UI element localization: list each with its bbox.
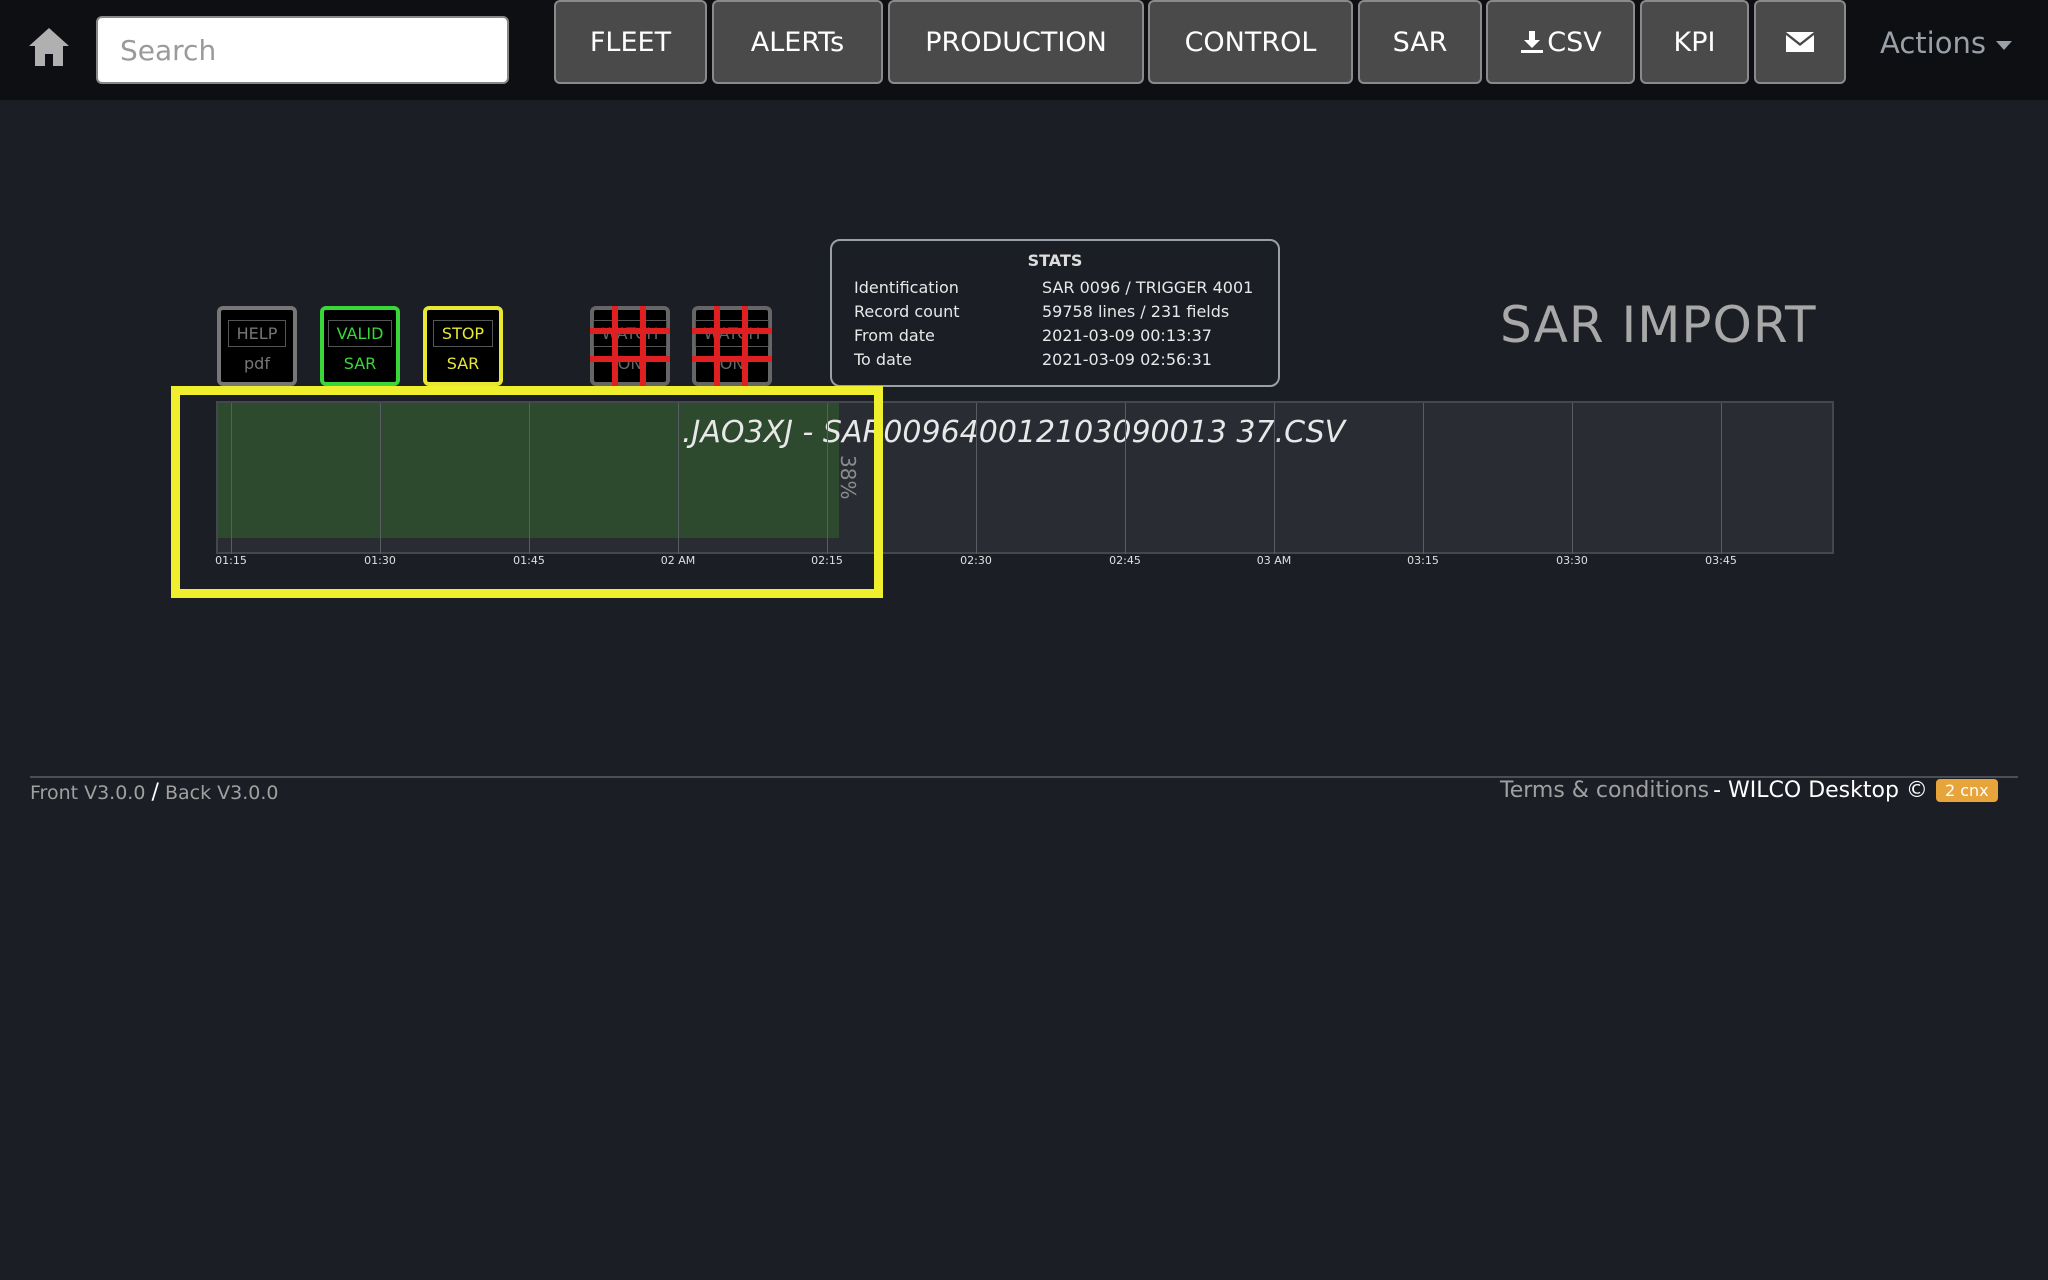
alerts-button[interactable]: ALERTs <box>712 0 883 84</box>
timeline-tick-label: 03:45 <box>1705 554 1737 567</box>
home-icon[interactable] <box>26 24 72 70</box>
stats-value: SAR 0096 / TRIGGER 4001 <box>1042 277 1254 297</box>
stop-sar-button[interactable]: STOP SAR <box>423 306 503 386</box>
control-button[interactable]: CONTROL <box>1148 0 1353 84</box>
stats-table: Identification SAR 0096 / TRIGGER 4001 R… <box>854 275 1253 371</box>
watch-on-label: ON <box>617 353 643 373</box>
timeline-tick-label: 02:45 <box>1109 554 1141 567</box>
front-version: Front V3.0.0 <box>30 782 146 804</box>
download-icon <box>1521 31 1544 53</box>
version-info: Front V3.0.0 / Back V3.0.0 <box>30 780 278 805</box>
stats-label: Record count <box>854 301 960 321</box>
stats-value: 2021-03-09 02:56:31 <box>1042 349 1212 369</box>
kpi-button[interactable]: KPI <box>1640 0 1749 84</box>
watch-label: WATCH <box>592 319 668 347</box>
valid-sar-label: SAR <box>343 353 377 373</box>
timeline-gridline <box>1423 403 1424 554</box>
version-separator: / <box>151 780 159 805</box>
help-label: HELP <box>227 319 287 347</box>
fleet-button[interactable]: FLEET <box>554 0 707 84</box>
timeline-gridline <box>1125 403 1126 554</box>
stats-row: Record count 59758 lines / 231 fields <box>854 299 1253 323</box>
stats-row: From date 2021-03-09 00:13:37 <box>854 323 1253 347</box>
csv-label: CSV <box>1547 26 1602 58</box>
stats-panel: STATS Identification SAR 0096 / TRIGGER … <box>830 239 1280 387</box>
back-version: Back V3.0.0 <box>164 782 279 804</box>
stats-value: 2021-03-09 00:13:37 <box>1042 325 1212 345</box>
stats-label: From date <box>854 325 935 345</box>
page-title: SAR IMPORT <box>1500 296 1817 354</box>
help-pdf-button[interactable]: HELP pdf <box>217 306 297 386</box>
mail-button[interactable] <box>1754 0 1846 84</box>
watch-button-disabled-2[interactable]: WATCH ON <box>692 306 772 386</box>
stats-value: 59758 lines / 231 fields <box>1042 301 1230 321</box>
timeline-tick-label: 03:30 <box>1556 554 1588 567</box>
footer-right: Terms & conditions - WILCO Desktop © 2 c… <box>1500 778 1998 803</box>
csv-download-button[interactable]: CSV <box>1486 0 1635 84</box>
timeline-gridline <box>1572 403 1573 554</box>
connections-badge: 2 cnx <box>1935 779 1998 802</box>
timeline-gridline <box>1721 403 1722 554</box>
timeline-tick-label: 03 AM <box>1256 554 1292 567</box>
search-input[interactable] <box>96 16 509 84</box>
timeline-gridline <box>976 403 977 554</box>
actions-label: Actions <box>1880 26 1986 60</box>
terms-link[interactable]: Terms & conditions <box>1500 778 1709 803</box>
stop-label: STOP <box>432 319 494 347</box>
sar-button[interactable]: SAR <box>1358 0 1482 84</box>
pdf-label: pdf <box>244 353 270 373</box>
timeline-gridline <box>1274 403 1275 554</box>
caret-down-icon <box>1995 40 2012 50</box>
brand-label: - WILCO Desktop © <box>1713 778 1928 803</box>
timeline-tick-label: 02:30 <box>960 554 992 567</box>
watch-button-disabled[interactable]: WATCH ON <box>590 306 670 386</box>
valid-sar-button[interactable]: VALID SAR <box>320 306 400 386</box>
stats-title: STATS <box>1027 251 1083 270</box>
stats-label: To date <box>854 349 913 369</box>
stop-sar-label: SAR <box>446 353 480 373</box>
stats-row: To date 2021-03-09 02:56:31 <box>854 347 1253 371</box>
production-button[interactable]: PRODUCTION <box>888 0 1144 84</box>
valid-label: VALID <box>327 319 393 347</box>
timeline-tick-label: 03:15 <box>1407 554 1439 567</box>
highlight-box <box>171 386 883 598</box>
actions-dropdown[interactable]: Actions <box>1880 26 2012 60</box>
envelope-icon <box>1786 32 1814 52</box>
top-navbar: FLEET ALERTs PRODUCTION CONTROL SAR CSV … <box>0 0 2048 100</box>
watch-on-label: ON <box>719 353 745 373</box>
stats-label: Identification <box>854 277 959 297</box>
stats-row: Identification SAR 0096 / TRIGGER 4001 <box>854 275 1253 299</box>
watch-label: WATCH <box>694 319 770 347</box>
